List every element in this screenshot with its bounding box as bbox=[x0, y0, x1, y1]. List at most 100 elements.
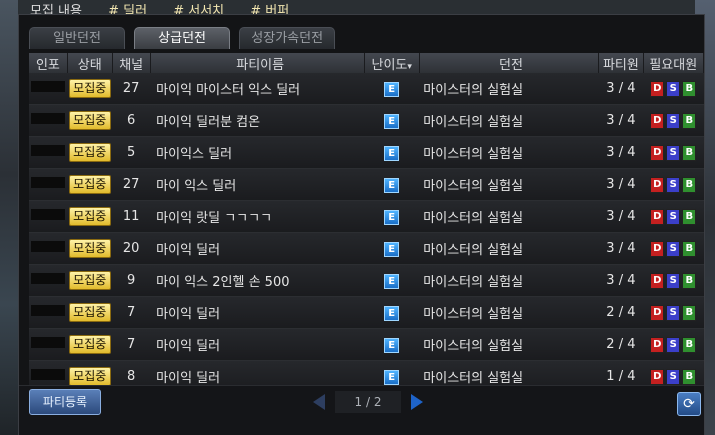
party-name-cell: 마이익 마이스터 익스 딜러 bbox=[150, 73, 365, 105]
role-d-icon: D bbox=[650, 145, 665, 161]
party-size-cell: 3 / 4 bbox=[598, 73, 644, 105]
dungeon-tabs: 일반던전 상급던전 성장가속던전 bbox=[29, 27, 339, 49]
difficulty-e-icon: E bbox=[384, 113, 400, 129]
inpo-cell bbox=[29, 136, 68, 169]
next-page-arrow-icon[interactable] bbox=[411, 394, 423, 410]
party-size-cell: 3 / 4 bbox=[598, 200, 644, 233]
party-name-cell: 마이 익스 2인헬 손 500 bbox=[150, 264, 365, 297]
channel-cell: 27 bbox=[112, 73, 151, 105]
table-row[interactable]: 모집중 20 마이익 딜러 E 마이스터의 실험실 3 / 4DSB bbox=[29, 232, 704, 265]
party-size-cell: 3 / 4 bbox=[598, 104, 644, 137]
page-indicator: 1 / 2 bbox=[335, 391, 401, 413]
table-row[interactable]: 모집중 9 마이 익스 2인헬 손 500 E 마이스터의 실험실 3 / 4DSB bbox=[29, 264, 704, 297]
required-roles-cell: DSB bbox=[643, 264, 704, 297]
header-channel[interactable]: 채널 bbox=[112, 53, 151, 73]
table-row[interactable]: 모집중 5 마이익스 딜러 E 마이스터의 실험실 3 / 4DSB bbox=[29, 136, 704, 169]
table-row[interactable]: 모집중 27 마이 익스 딜러 E 마이스터의 실험실 3 / 4DSB bbox=[29, 168, 704, 201]
channel-cell: 6 bbox=[112, 104, 151, 137]
table-row[interactable]: 모집중 27 마이익 마이스터 익스 딜러 E 마이스터의 실험실 3 / 4DSB bbox=[29, 73, 704, 105]
difficulty-cell: E bbox=[364, 136, 420, 169]
sort-down-icon: ▾ bbox=[407, 61, 412, 72]
pagination: 1 / 2 bbox=[313, 391, 423, 413]
register-party-button[interactable]: 파티등록 bbox=[29, 389, 101, 415]
status-cell: 모집중 bbox=[67, 328, 113, 361]
header-required[interactable]: 필요대원 bbox=[643, 53, 705, 73]
difficulty-cell: E bbox=[364, 104, 420, 137]
status-badge: 모집중 bbox=[68, 303, 111, 322]
header-inpo[interactable]: 인포 bbox=[29, 53, 68, 73]
role-d-icon: D bbox=[650, 369, 665, 385]
tab-normal-dungeon[interactable]: 일반던전 bbox=[29, 27, 125, 49]
status-cell: 모집중 bbox=[67, 136, 113, 169]
recruit-tags-bar: 모집 내용 # 딜러 # 서서치 # 버퍼 bbox=[30, 0, 450, 19]
tab-growth-dungeon[interactable]: 성장가속던전 bbox=[239, 27, 336, 49]
difficulty-e-icon: E bbox=[384, 305, 400, 321]
footer-bar: 파티등록 1 / 2 ⟳ bbox=[19, 385, 704, 435]
status-cell: 모집중 bbox=[67, 232, 113, 265]
inpo-box bbox=[31, 369, 66, 380]
header-status[interactable]: 상태 bbox=[67, 53, 113, 73]
inpo-box bbox=[31, 241, 66, 252]
table-row[interactable]: 모집중 11 마이익 랏딜 ㄱㄱㄱㄱ E 마이스터의 실험실 3 / 4DSB bbox=[29, 200, 704, 233]
role-b-icon: B bbox=[682, 369, 697, 385]
status-badge: 모집중 bbox=[68, 239, 111, 258]
role-d-icon: D bbox=[650, 177, 665, 193]
inpo-cell bbox=[29, 168, 68, 201]
status-badge: 모집중 bbox=[68, 367, 111, 386]
party-size-cell: 3 / 4 bbox=[598, 232, 644, 265]
party-list-table: 인포 상태 채널 파티이름 난이도▾ 던전 파티원 필요대원 모집중 27 마이익 … bbox=[29, 53, 705, 393]
header-difficulty[interactable]: 난이도▾ bbox=[364, 53, 420, 73]
difficulty-cell: E bbox=[364, 232, 420, 265]
dungeon-cell: 마이스터의 실험실 bbox=[419, 73, 599, 105]
role-d-icon: D bbox=[650, 209, 665, 225]
status-badge: 모집중 bbox=[68, 79, 111, 98]
refresh-icon[interactable]: ⟳ bbox=[677, 392, 701, 416]
table-row[interactable]: 모집중 7 마이익 딜러 E 마이스터의 실험실 2 / 4DSB bbox=[29, 328, 704, 361]
difficulty-cell: E bbox=[364, 296, 420, 329]
header-party-size[interactable]: 파티원 bbox=[598, 53, 644, 73]
table-row[interactable]: 모집중 7 마이익 딜러 E 마이스터의 실험실 2 / 4DSB bbox=[29, 296, 704, 329]
role-b-icon: B bbox=[682, 81, 697, 97]
prev-page-arrow-icon[interactable] bbox=[313, 394, 325, 410]
status-badge: 모집중 bbox=[68, 143, 111, 162]
role-s-icon: S bbox=[666, 337, 681, 353]
difficulty-e-icon: E bbox=[384, 209, 400, 225]
inpo-box bbox=[31, 113, 66, 124]
role-s-icon: S bbox=[666, 369, 681, 385]
channel-cell: 11 bbox=[112, 200, 151, 233]
required-roles-cell: DSB bbox=[643, 296, 704, 329]
party-size-cell: 2 / 4 bbox=[598, 328, 644, 361]
inpo-cell bbox=[29, 73, 68, 105]
party-name-cell: 마이익 딜러 bbox=[150, 296, 365, 329]
status-badge: 모집중 bbox=[68, 271, 111, 290]
status-cell: 모집중 bbox=[67, 264, 113, 297]
required-roles-cell: DSB bbox=[643, 73, 704, 105]
dungeon-cell: 마이스터의 실험실 bbox=[419, 296, 599, 329]
inpo-cell bbox=[29, 328, 68, 361]
role-s-icon: S bbox=[666, 113, 681, 129]
dungeon-cell: 마이스터의 실험실 bbox=[419, 136, 599, 169]
required-roles-cell: DSB bbox=[643, 232, 704, 265]
inpo-cell bbox=[29, 264, 68, 297]
required-roles-cell: DSB bbox=[643, 328, 704, 361]
role-d-icon: D bbox=[650, 241, 665, 257]
required-roles-cell: DSB bbox=[643, 104, 704, 137]
inpo-box bbox=[31, 305, 66, 316]
header-party-name[interactable]: 파티이름 bbox=[150, 53, 365, 73]
dungeon-cell: 마이스터의 실험실 bbox=[419, 264, 599, 297]
inpo-box bbox=[31, 81, 66, 92]
header-dungeon[interactable]: 던전 bbox=[419, 53, 600, 73]
table-row[interactable]: 모집중 6 마이익 딜러분 컴온 E 마이스터의 실험실 3 / 4DSB bbox=[29, 104, 704, 137]
inpo-box bbox=[31, 209, 66, 220]
table-header: 인포 상태 채널 파티이름 난이도▾ 던전 파티원 필요대원 bbox=[29, 53, 705, 73]
role-s-icon: S bbox=[666, 81, 681, 97]
channel-cell: 5 bbox=[112, 136, 151, 169]
role-b-icon: B bbox=[682, 305, 697, 321]
difficulty-e-icon: E bbox=[384, 81, 400, 97]
party-name-cell: 마이익 딜러 bbox=[150, 232, 365, 265]
difficulty-e-icon: E bbox=[384, 369, 400, 385]
tab-advanced-dungeon[interactable]: 상급던전 bbox=[134, 27, 231, 49]
role-s-icon: S bbox=[666, 145, 681, 161]
channel-cell: 7 bbox=[112, 328, 151, 361]
status-cell: 모집중 bbox=[67, 168, 113, 201]
